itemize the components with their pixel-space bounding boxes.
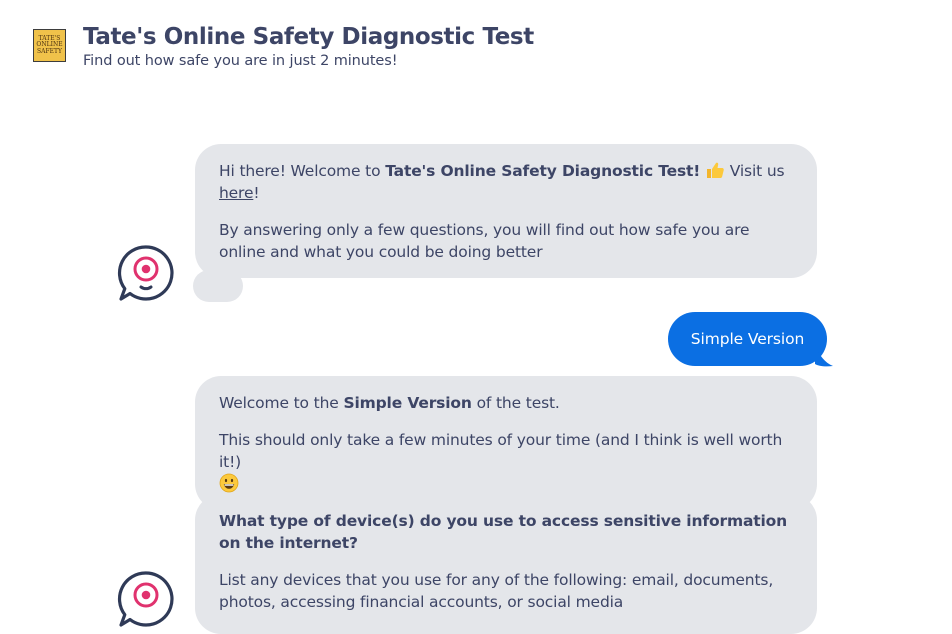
bot-message-welcome: Hi there! Welcome to Tate's Online Safet… <box>195 144 817 278</box>
site-logo[interactable]: TATE'S ONLINE SAFETY <box>33 29 66 62</box>
visit-here-link[interactable]: here <box>219 184 253 202</box>
welcome-intro: Hi there! Welcome to <box>219 162 386 180</box>
bot-message-question: What type of device(s) do you use to acc… <box>195 494 817 634</box>
visit-after: ! <box>253 184 260 202</box>
simple-body: This should only take a few minutes of y… <box>219 431 783 471</box>
header: TATE'S ONLINE SAFETY Tate's Online Safet… <box>33 22 534 70</box>
simple-after: of the test. <box>471 394 560 412</box>
user-message-simple-version: Simple Version <box>668 312 827 366</box>
simple-bold: Simple Version <box>343 394 472 412</box>
thumbs-up-icon <box>707 162 724 178</box>
bot-avatar-icon <box>117 571 174 627</box>
user-bubble-tail <box>815 345 833 367</box>
page-title: Tate's Online Safety Diagnostic Test <box>83 24 534 50</box>
question-body: List any devices that you use for any of… <box>219 571 774 611</box>
bot-message-simple-version: Welcome to the Simple Version of the tes… <box>195 376 817 510</box>
bot-avatar-icon <box>117 245 174 301</box>
page-subtitle: Find out how safe you are in just 2 minu… <box>83 53 398 69</box>
simple-before: Welcome to the <box>219 394 344 412</box>
visit-text: Visit us <box>725 162 785 180</box>
welcome-body: By answering only a few questions, you w… <box>219 221 750 261</box>
logo-line-3: SAFETY <box>37 47 62 55</box>
welcome-intro-bold: Tate's Online Safety Diagnostic Test! <box>385 162 701 180</box>
typing-indicator <box>193 270 243 302</box>
grinning-face-icon <box>219 473 239 493</box>
question-title: What type of device(s) do you use to acc… <box>219 512 788 552</box>
